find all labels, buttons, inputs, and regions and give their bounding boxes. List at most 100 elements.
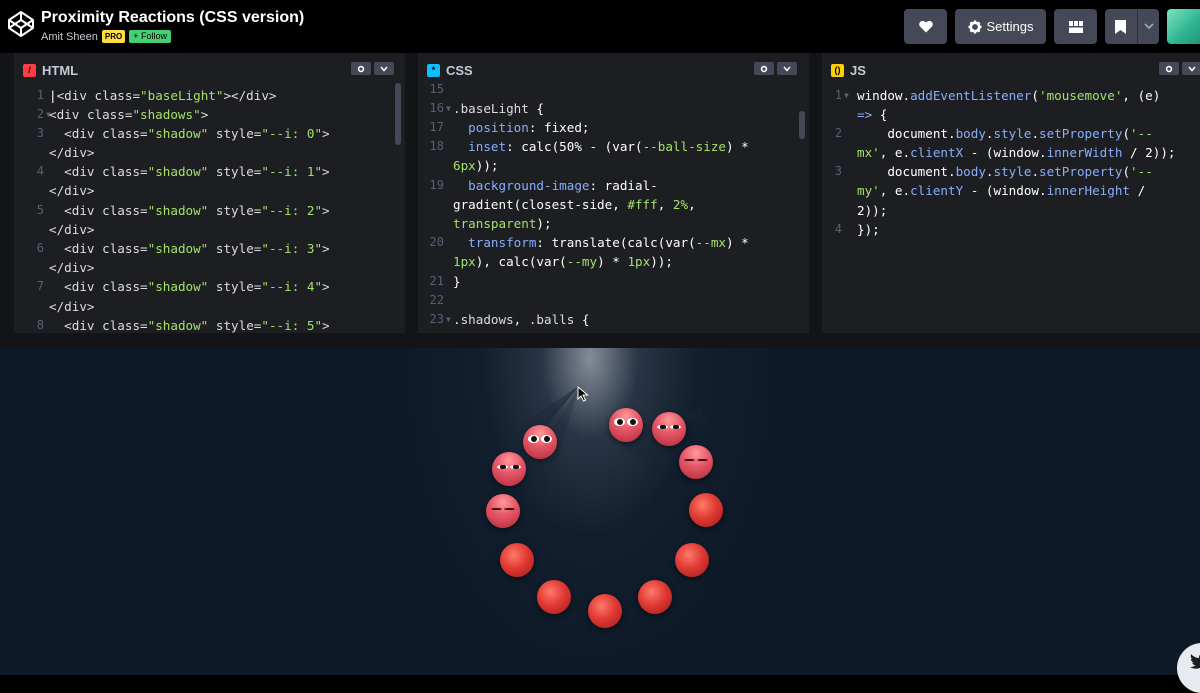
editor-area: / HTML 1 2 ▼ 3 4 5 6 7 8 |<div class="bas…: [0, 53, 1200, 333]
line-number: 3: [36, 126, 44, 140]
code-line: document.body.style.setProperty('--: [857, 164, 1153, 179]
preview-resize-bar[interactable]: [0, 333, 1200, 348]
follow-button[interactable]: + Follow: [129, 30, 171, 43]
eye: [614, 418, 625, 426]
eye: [497, 465, 508, 469]
layout-icon: [1068, 20, 1083, 33]
ball: [588, 594, 622, 628]
ball: [609, 408, 643, 442]
code-line: my', e.clientY - (window.innerHeight /: [857, 183, 1146, 198]
code-line: => {: [857, 107, 888, 122]
codepen-logo-icon[interactable]: [7, 10, 35, 38]
css-scrollbar[interactable]: [799, 111, 805, 139]
ball: [689, 493, 723, 527]
js-code[interactable]: 1 ▼ 2 3 4 window.addEventListener('mousem…: [822, 81, 1200, 333]
pro-badge: PRO: [101, 30, 126, 43]
code-line: 1px), calc(var(--my) * 1px));: [453, 254, 673, 269]
html-tab-label: HTML: [42, 62, 79, 78]
html-tab[interactable]: / HTML: [14, 57, 78, 83]
css-code[interactable]: 15 16 ▼ 17 18 19 20 21 22 23 ▼ .baseLight …: [418, 81, 809, 333]
heart-icon: [918, 20, 933, 33]
css-editor-panel[interactable]: * CSS 15 16 ▼ 17 18 19 20 21 22 23 ▼ .base…: [418, 53, 809, 333]
line-number: 20: [429, 235, 444, 249]
code-line: transparent);: [453, 216, 552, 231]
ball: [523, 425, 557, 459]
html-collapse-button[interactable]: [374, 62, 394, 75]
line-number: 22: [429, 293, 444, 307]
line-number: 18: [429, 139, 444, 153]
code-line: </div>: [49, 299, 95, 314]
eye: [541, 435, 552, 443]
line-number: 17: [429, 120, 444, 134]
change-view-button[interactable]: [1054, 9, 1097, 44]
chevron-down-icon: [783, 66, 791, 72]
collections-button[interactable]: [1105, 9, 1159, 44]
code-line: 2));: [857, 203, 888, 218]
user-avatar[interactable]: [1167, 9, 1200, 44]
line-number: 1 ▼: [834, 88, 849, 102]
result-preview[interactable]: [0, 333, 1200, 675]
css-settings-button[interactable]: [754, 62, 774, 75]
html-scrollbar[interactable]: [395, 83, 401, 145]
css-collapse-button[interactable]: [777, 62, 797, 75]
author-name[interactable]: Amit Sheen: [41, 31, 98, 43]
code-line: .shadows, .balls {: [453, 312, 590, 327]
html-code[interactable]: 1 2 ▼ 3 4 5 6 7 8 |<div class="baseLight"…: [14, 81, 405, 333]
ball: [500, 543, 534, 577]
code-line: </div>: [49, 222, 95, 237]
eye: [504, 508, 515, 510]
line-number: 16 ▼: [429, 101, 451, 115]
js-icon: (): [831, 63, 844, 77]
love-button[interactable]: [904, 9, 947, 44]
line-number: 3: [834, 164, 842, 178]
pen-meta: Amit Sheen PRO + Follow: [41, 30, 171, 43]
js-settings-button[interactable]: [1159, 62, 1179, 75]
mouse-pointer-icon: [577, 386, 589, 402]
ball: [486, 494, 520, 528]
line-number: 15: [429, 82, 444, 96]
line-number: 2 ▼: [36, 107, 51, 121]
js-collapse-button[interactable]: [1182, 62, 1200, 75]
gear-icon: [968, 20, 981, 33]
line-number: 4: [36, 164, 44, 178]
html-editor-panel[interactable]: / HTML 1 2 ▼ 3 4 5 6 7 8 |<div class="bas…: [14, 53, 405, 333]
gear-icon: [760, 65, 768, 72]
code-line: </div>: [49, 183, 95, 198]
chevron-down-icon: [380, 66, 388, 72]
settings-label: Settings: [986, 19, 1034, 34]
chevron-down-icon[interactable]: [1144, 21, 1154, 31]
js-tab-label: JS: [850, 62, 866, 78]
line-number: 5: [36, 203, 44, 217]
code-line: .baseLight {: [453, 101, 544, 116]
line-number: 21: [429, 274, 444, 288]
code-line: transform: translate(calc(var(--mx) *: [468, 235, 749, 250]
line-number: 23 ▼: [429, 312, 451, 326]
twitter-icon: [1190, 654, 1200, 669]
line-number: 7: [36, 279, 44, 293]
html-settings-button[interactable]: [351, 62, 371, 75]
ball: [638, 580, 672, 614]
line-number: 19: [429, 178, 444, 192]
html-icon: /: [23, 63, 36, 77]
pen-title[interactable]: Proximity Reactions (CSS version): [41, 9, 304, 27]
js-editor-panel[interactable]: () JS 1 ▼ 2 3 4 window.addEventListener('…: [822, 53, 1200, 333]
eye: [670, 425, 681, 429]
code-line: inset: calc(50% - (var(--ball-size) *: [468, 139, 749, 154]
code-line: </div>: [49, 260, 95, 275]
js-tab[interactable]: () JS: [822, 57, 866, 83]
code-line: <div class="shadow" style="--i: 0">: [64, 126, 330, 141]
pen-header: Proximity Reactions (CSS version) Amit S…: [0, 0, 1200, 53]
bookmark-icon: [1115, 19, 1126, 34]
gear-icon: [357, 65, 365, 72]
code-line: <div class="shadow" style="--i: 3">: [64, 241, 330, 256]
code-line: <div class="shadow" style="--i: 5">: [64, 318, 330, 333]
button-separator: [1137, 9, 1138, 44]
chevron-down-icon: [1188, 66, 1196, 72]
code-line: window.addEventListener('mousemove', (e): [857, 88, 1161, 103]
ball: [679, 445, 713, 479]
code-line: background-image: radial-: [468, 178, 658, 193]
css-panel-controls: [754, 62, 797, 75]
settings-button[interactable]: Settings: [955, 9, 1046, 44]
eye: [627, 418, 638, 426]
code-line: |<div class="baseLight"></div>: [49, 88, 277, 103]
